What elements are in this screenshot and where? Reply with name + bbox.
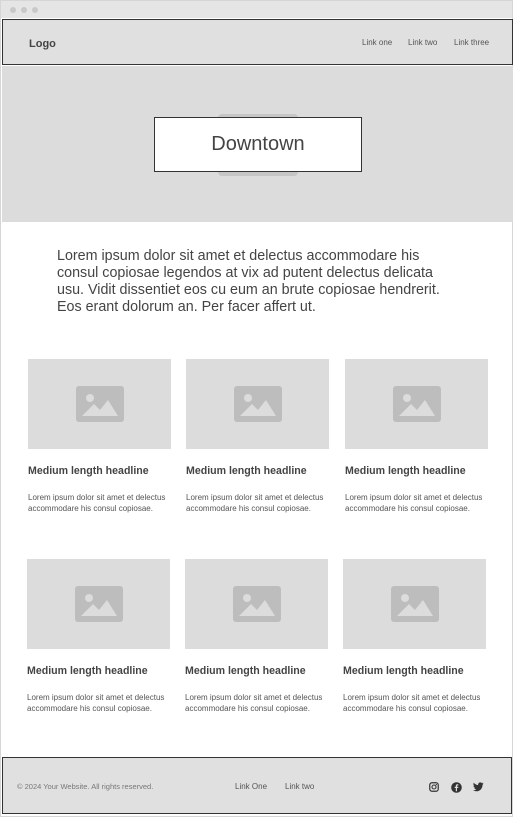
image-placeholder-icon <box>392 386 441 422</box>
logo[interactable]: Logo <box>29 38 56 50</box>
navbar: Logo Link one Link two Link three <box>2 19 513 65</box>
card-headline: Medium length headline <box>27 665 148 677</box>
image-placeholder-icon <box>390 586 439 622</box>
card[interactable]: Medium length headline Lorem ipsum dolor… <box>28 359 171 514</box>
window-maximize-dot[interactable] <box>32 7 38 13</box>
card-headline: Medium length headline <box>343 665 464 677</box>
card-body: Lorem ipsum dolor sit amet et delectus a… <box>27 693 165 713</box>
twitter-icon[interactable] <box>471 780 485 794</box>
card-image <box>343 559 486 649</box>
nav-link-three[interactable]: Link three <box>454 38 489 47</box>
intro-paragraph: Lorem ipsum dolor sit amet et delectus a… <box>57 248 440 315</box>
image-placeholder-icon <box>75 386 124 422</box>
card-image <box>27 559 170 649</box>
hero-section: Downtown <box>2 66 513 222</box>
card-image <box>185 559 328 649</box>
card-body: Lorem ipsum dolor sit amet et delectus a… <box>28 493 166 513</box>
image-placeholder-icon <box>74 586 123 622</box>
card[interactable]: Medium length headline Lorem ipsum dolor… <box>185 559 328 714</box>
nav-link-one[interactable]: Link one <box>362 38 392 47</box>
footer-link-two[interactable]: Link two <box>285 782 314 791</box>
card-image <box>28 359 171 449</box>
browser-window: Logo Link one Link two Link three Downto… <box>0 0 513 817</box>
card-body: Lorem ipsum dolor sit amet et delectus a… <box>345 493 483 513</box>
card[interactable]: Medium length headline Lorem ipsum dolor… <box>186 359 329 514</box>
card-headline: Medium length headline <box>186 465 307 477</box>
facebook-icon[interactable] <box>449 780 463 794</box>
card-image <box>186 359 329 449</box>
nav-link-two[interactable]: Link two <box>408 38 437 47</box>
hero-title: Downtown <box>154 117 362 172</box>
card-headline: Medium length headline <box>185 665 306 677</box>
card[interactable]: Medium length headline Lorem ipsum dolor… <box>343 559 486 714</box>
card[interactable]: Medium length headline Lorem ipsum dolor… <box>345 359 488 514</box>
footer: © 2024 Your Website. All rights reserved… <box>2 757 512 814</box>
window-titlebar <box>1 1 512 18</box>
card-body: Lorem ipsum dolor sit amet et delectus a… <box>185 693 323 713</box>
instagram-icon[interactable] <box>427 780 441 794</box>
card-image <box>345 359 488 449</box>
image-placeholder-icon <box>232 586 281 622</box>
image-placeholder-icon <box>233 386 282 422</box>
card-body: Lorem ipsum dolor sit amet et delectus a… <box>343 693 481 713</box>
window-close-dot[interactable] <box>10 7 16 13</box>
card-headline: Medium length headline <box>28 465 149 477</box>
card[interactable]: Medium length headline Lorem ipsum dolor… <box>27 559 170 714</box>
card-body: Lorem ipsum dolor sit amet et delectus a… <box>186 493 324 513</box>
window-minimize-dot[interactable] <box>21 7 27 13</box>
card-headline: Medium length headline <box>345 465 466 477</box>
footer-link-one[interactable]: Link One <box>235 782 267 791</box>
copyright-text: © 2024 Your Website. All rights reserved… <box>17 782 154 791</box>
